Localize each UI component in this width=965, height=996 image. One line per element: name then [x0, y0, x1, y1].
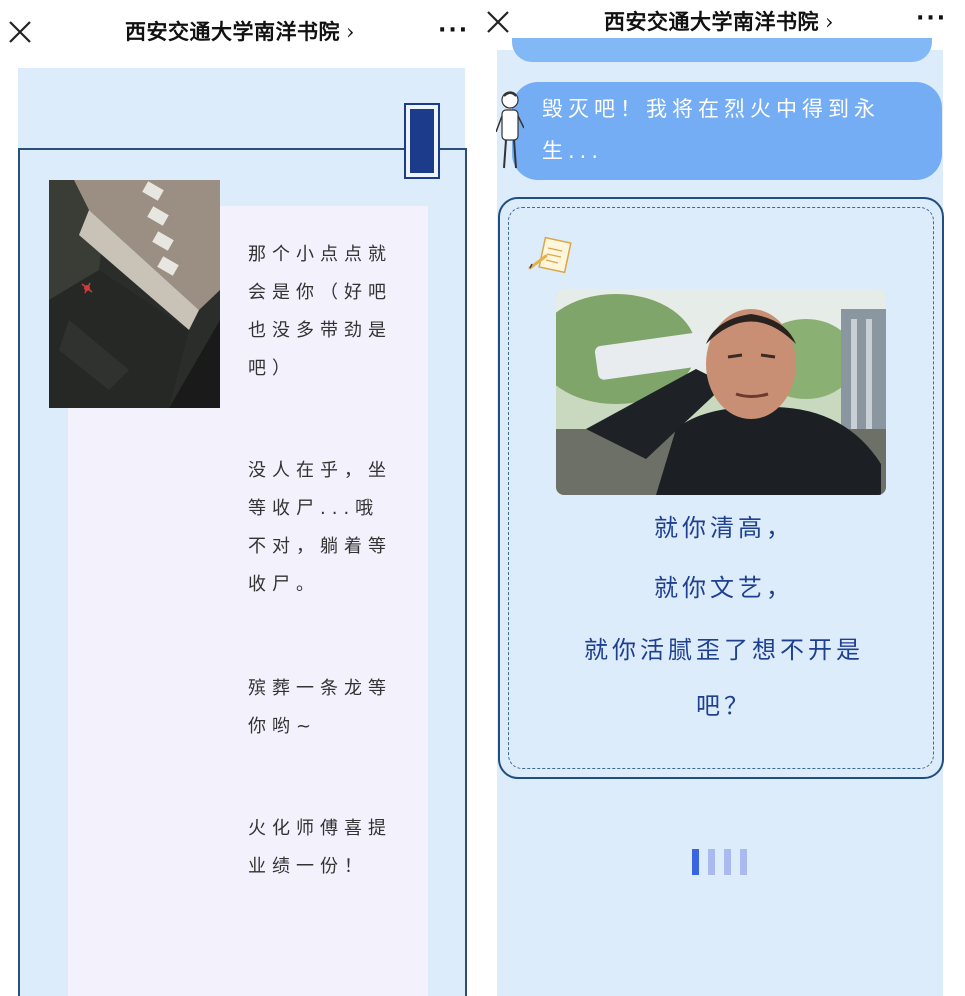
loader-bar [724, 849, 731, 875]
aerial-building-photo [49, 180, 220, 408]
quote-bubble: 毁灭吧！我将在烈火中得到永生... [512, 82, 942, 180]
loader-bar [692, 849, 699, 875]
paragraph-4: 火化师傅喜提业绩一份！ [248, 818, 392, 877]
loader-bar [740, 849, 747, 875]
chevron-right-icon: › [825, 10, 834, 34]
caption-line-3: 就你活腻歪了想不开是 [584, 636, 864, 664]
decorative-tag [404, 103, 440, 179]
previous-bubble-edge [512, 38, 932, 62]
caption-line-2: 就你文艺， [654, 574, 794, 602]
right-screen: 西安交通大学南洋书院 › ··· 毁灭吧！我将在烈火中得到永生... 就你清高，… [484, 0, 965, 996]
paragraph-1: 那个小点点就会是你（好吧也没多带劲是吧） [248, 244, 392, 379]
quote-text: 毁灭吧！我将在烈火中得到永生... [542, 97, 880, 163]
paragraph-2: 没人在乎，坐等收尸...哦不对，躺着等收尸。 [248, 460, 392, 595]
chevron-right-icon: › [346, 20, 355, 44]
loading-indicator-icon [692, 849, 752, 875]
meme-photo [556, 289, 886, 495]
nav-bar: 西安交通大学南洋书院 › ··· [0, 0, 470, 66]
page-title[interactable]: 西安交通大学南洋书院 › [604, 6, 834, 36]
page-title[interactable]: 西安交通大学南洋书院 › [125, 16, 355, 46]
more-icon[interactable]: ··· [916, 6, 947, 31]
note-sticker-icon [528, 236, 572, 274]
close-icon[interactable] [6, 18, 34, 46]
paragraph-3: 殡葬一条龙等你哟~ [248, 678, 392, 737]
avatar-figure-icon [496, 91, 524, 169]
left-screen: 西安交通大学南洋书院 › ··· 那个小点点就会是你（好吧也没多带劲是吧） 没人在… [0, 0, 470, 996]
loader-bar [708, 849, 715, 875]
caption-line-1: 就你清高， [654, 514, 794, 542]
close-icon[interactable] [484, 8, 512, 36]
more-icon[interactable]: ··· [438, 18, 469, 43]
caption-line-4: 吧？ [696, 692, 752, 720]
